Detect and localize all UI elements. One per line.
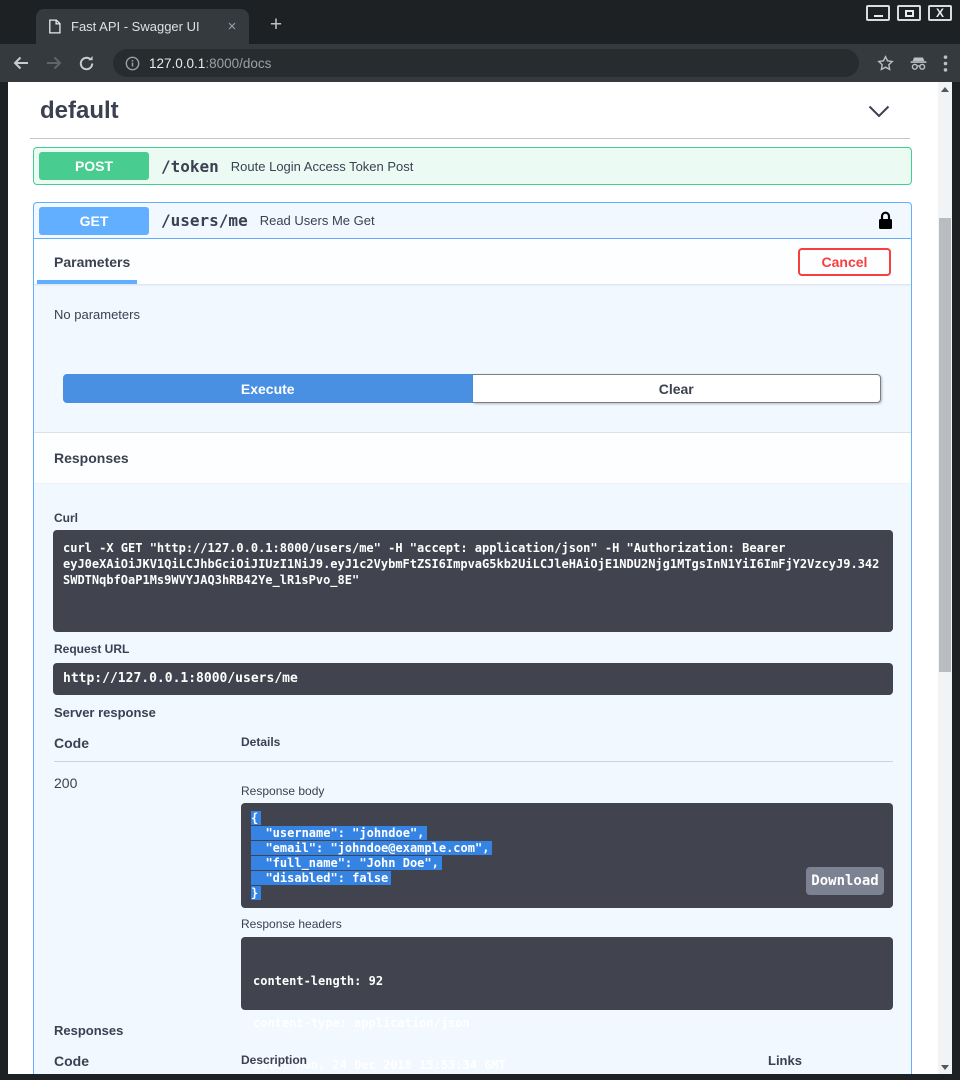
json-line: "username": "johndoe", <box>251 826 883 841</box>
api-section-header[interactable]: default <box>30 82 910 139</box>
request-url-label: Request URL <box>54 642 893 656</box>
maximize-button[interactable] <box>897 5 921 21</box>
get-summary-row[interactable]: GET /users/me Read Users Me Get <box>34 203 911 239</box>
curl-label: Curl <box>54 511 893 525</box>
url-host: 127.0.0.1 <box>149 56 205 71</box>
json-line: { <box>251 811 883 826</box>
doc-code-header: Code <box>54 1053 241 1069</box>
minimize-icon <box>874 15 883 17</box>
download-button[interactable]: Download <box>806 867 884 895</box>
page-favicon-icon <box>47 19 62 34</box>
reload-button[interactable] <box>78 55 95 72</box>
menu-kebab-icon[interactable] <box>943 55 948 72</box>
response-body-block[interactable]: { "username": "johndoe", "email": "johnd… <box>241 803 893 908</box>
address-bar[interactable]: 127.0.0.1:8000/docs <box>113 49 859 77</box>
new-tab-button[interactable]: + <box>262 12 290 40</box>
lock-icon[interactable] <box>878 211 893 230</box>
details-column-header: Details <box>241 735 280 751</box>
post-path: /token <box>161 157 219 176</box>
json-line: "full_name": "John Doe", <box>251 856 883 871</box>
status-code: 200 <box>54 775 241 1010</box>
close-icon: X <box>936 8 944 18</box>
section-title: default <box>30 97 119 125</box>
json-line: "disabled": false <box>251 871 883 886</box>
table-row: 200 Response body { "username": "johndoe… <box>54 762 893 1010</box>
get-summary: Read Users Me Get <box>260 213 375 228</box>
response-body-label: Response body <box>241 784 893 798</box>
browser-tab[interactable]: Fast API - Swagger UI × <box>36 9 249 44</box>
header-line: content-length: 92 <box>253 974 881 988</box>
scrollbar-up-icon[interactable] <box>938 82 952 96</box>
url-path: :8000/docs <box>205 56 271 71</box>
incognito-icon <box>909 56 928 71</box>
scrollbar-thumb[interactable] <box>939 218 951 672</box>
response-headers-block: content-length: 92 content-type: applica… <box>241 937 893 1010</box>
minimize-button[interactable] <box>866 5 890 21</box>
endpoint-post-token[interactable]: POST /token Route Login Access Token Pos… <box>33 147 912 185</box>
forward-button[interactable] <box>45 55 63 71</box>
chevron-down-icon[interactable] <box>868 105 890 118</box>
page-scrollbar[interactable] <box>938 82 952 1074</box>
tab-title: Fast API - Swagger UI <box>71 19 214 34</box>
maximize-icon <box>905 10 914 17</box>
response-headers-label: Response headers <box>241 917 893 931</box>
site-info-icon[interactable] <box>125 56 140 71</box>
request-url-value: http://127.0.0.1:8000/users/me <box>53 663 893 695</box>
browser-window: Fast API - Swagger UI × + X 127.0.0.1:80… <box>0 0 960 1080</box>
header-line: content-type: application/json <box>253 1016 881 1030</box>
cancel-button[interactable]: Cancel <box>798 248 891 276</box>
tab-parameters[interactable]: Parameters <box>54 254 130 270</box>
bookmark-star-icon[interactable] <box>877 55 894 72</box>
json-line: "email": "johndoe@example.com", <box>251 841 883 856</box>
clear-button[interactable]: Clear <box>473 374 882 403</box>
code-column-header: Code <box>54 735 241 751</box>
server-response-table-head: Code Details <box>54 735 893 762</box>
scrollbar-down-icon[interactable] <box>938 1060 952 1074</box>
swagger-page: default POST /token Route Login Access T… <box>8 82 938 1074</box>
post-method-badge: POST <box>39 152 149 180</box>
responses-section-header: Responses <box>34 432 911 484</box>
window-controls: X <box>866 5 952 21</box>
curl-command-block[interactable]: curl -X GET "http://127.0.0.1:8000/users… <box>53 530 893 632</box>
post-summary: Route Login Access Token Post <box>231 159 414 174</box>
parameters-header: Parameters Cancel <box>34 239 911 284</box>
response-details-cell: Response body { "username": "johndoe", "… <box>241 775 893 1010</box>
get-method-badge: GET <box>39 207 149 235</box>
execute-button[interactable]: Execute <box>63 374 473 403</box>
browser-toolbar: 127.0.0.1:8000/docs <box>0 44 960 82</box>
tab-close-icon[interactable]: × <box>223 19 241 34</box>
no-parameters-text: No parameters <box>34 284 911 322</box>
doc-links-header: Links <box>768 1053 893 1069</box>
endpoint-get-users-me: GET /users/me Read Users Me Get Paramete… <box>33 202 912 1074</box>
responses-title: Responses <box>54 450 129 466</box>
close-window-button[interactable]: X <box>928 5 952 21</box>
titlebar: Fast API - Swagger UI × + X <box>0 0 960 44</box>
server-response-label: Server response <box>54 705 893 720</box>
server-response-table: Code Details 200 Response body { "userna… <box>54 735 893 1010</box>
back-button[interactable] <box>12 55 30 71</box>
get-path: /users/me <box>161 211 248 230</box>
url-text: 127.0.0.1:8000/docs <box>149 56 271 71</box>
doc-description-header: Description <box>241 1053 768 1069</box>
browser-content: default POST /token Route Login Access T… <box>0 82 960 1080</box>
active-tab-underline <box>37 280 137 284</box>
execute-button-group: Execute Clear <box>63 374 881 403</box>
json-line: } <box>251 886 883 901</box>
